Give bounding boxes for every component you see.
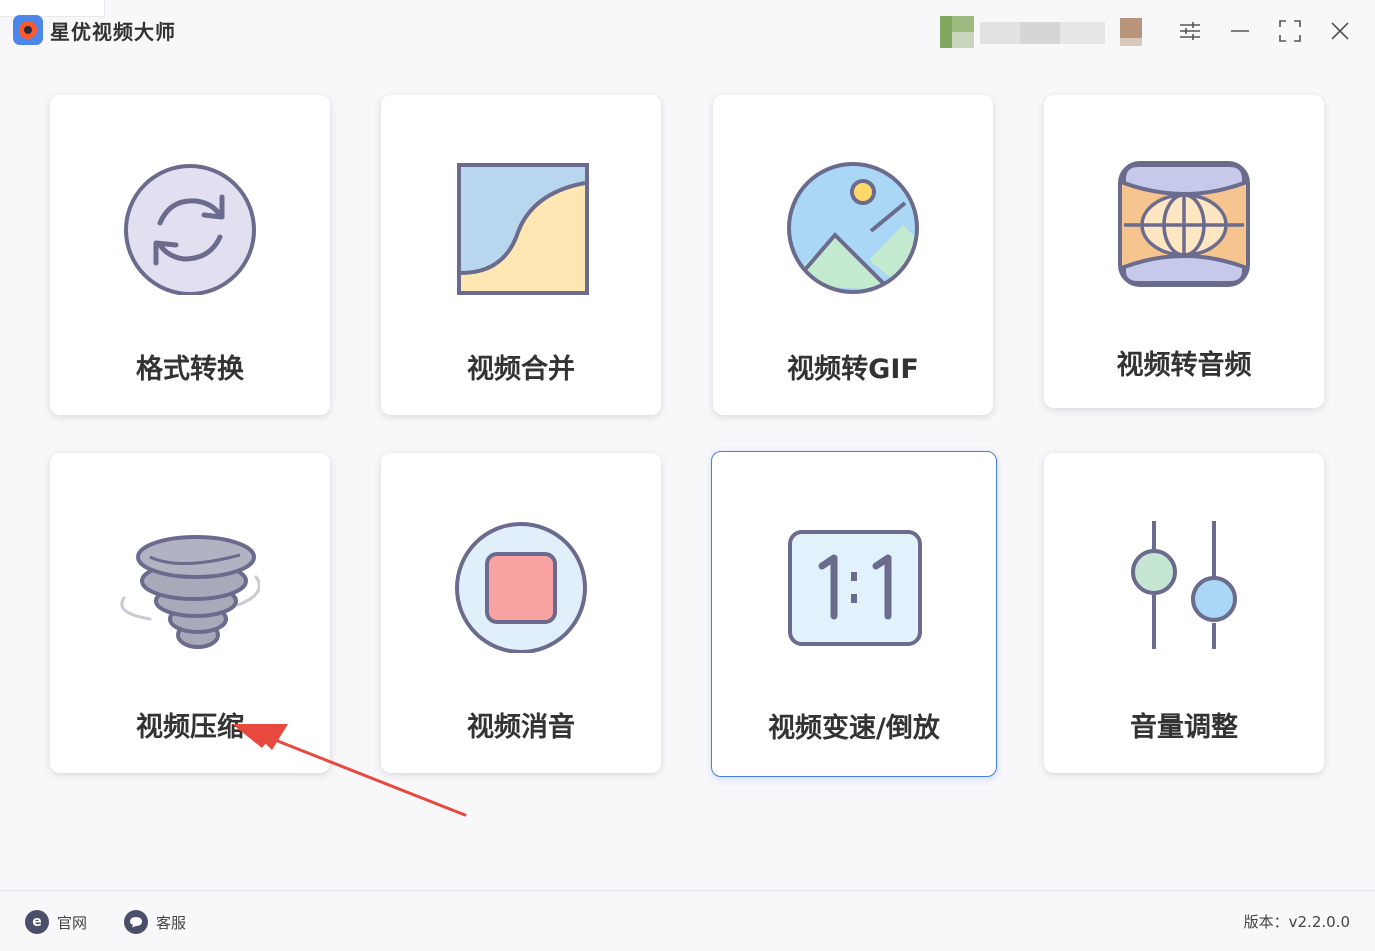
settings-sliders-icon[interactable] bbox=[1175, 16, 1205, 46]
panorama-globe-icon bbox=[1118, 161, 1250, 287]
user-avatar-blurred[interactable] bbox=[940, 16, 1155, 48]
tool-card-video-speed-reverse[interactable]: 视频变速/倒放 bbox=[711, 451, 997, 777]
tornado-compress-icon bbox=[120, 535, 260, 649]
app-logo-icon bbox=[13, 15, 43, 45]
tool-card-video-to-gif[interactable]: 视频转GIF bbox=[713, 95, 993, 415]
tool-label: 视频消音 bbox=[467, 712, 575, 743]
stop-square-icon bbox=[455, 522, 587, 653]
minimize-icon[interactable] bbox=[1225, 16, 1255, 46]
app-title: 星优视频大师 bbox=[50, 20, 176, 44]
website-link[interactable]: e 官网 bbox=[25, 910, 87, 934]
tool-label: 格式转换 bbox=[136, 354, 244, 385]
tool-label: 视频转GIF bbox=[787, 354, 919, 385]
chat-bubble-icon bbox=[124, 910, 148, 934]
tool-label: 视频压缩 bbox=[136, 712, 244, 743]
tool-card-format-convert[interactable]: 格式转换 bbox=[50, 95, 330, 415]
support-label: 客服 bbox=[156, 913, 187, 932]
close-icon[interactable] bbox=[1325, 16, 1355, 46]
tool-card-volume-adjust[interactable]: 音量调整 bbox=[1044, 453, 1324, 773]
landscape-image-icon bbox=[787, 162, 919, 294]
convert-refresh-icon bbox=[124, 164, 256, 295]
merge-split-image-icon bbox=[457, 163, 589, 295]
tool-card-video-mute[interactable]: 视频消音 bbox=[381, 453, 661, 773]
tool-label: 视频变速/倒放 bbox=[768, 713, 940, 744]
aspect-ratio-icon bbox=[788, 530, 922, 646]
tool-label: 视频合并 bbox=[467, 354, 575, 385]
fullscreen-icon[interactable] bbox=[1275, 16, 1305, 46]
tool-card-video-compress[interactable]: 视频压缩 bbox=[50, 453, 330, 773]
tool-card-video-to-audio[interactable]: 视频转音频 bbox=[1044, 95, 1324, 408]
tool-label: 音量调整 bbox=[1130, 712, 1238, 743]
ie-browser-icon: e bbox=[25, 910, 49, 934]
tool-label: 视频转音频 bbox=[1116, 350, 1252, 381]
support-link[interactable]: 客服 bbox=[124, 910, 186, 934]
volume-sliders-icon bbox=[1131, 521, 1237, 649]
website-label: 官网 bbox=[57, 913, 88, 932]
title-bar: 星优视频大师 bbox=[0, 0, 1375, 60]
footer-bar: e 官网 客服 版本：v2.2.0.0 bbox=[0, 890, 1375, 951]
tool-card-video-merge[interactable]: 视频合并 bbox=[381, 95, 661, 415]
version-text: 版本：v2.2.0.0 bbox=[1243, 913, 1350, 931]
